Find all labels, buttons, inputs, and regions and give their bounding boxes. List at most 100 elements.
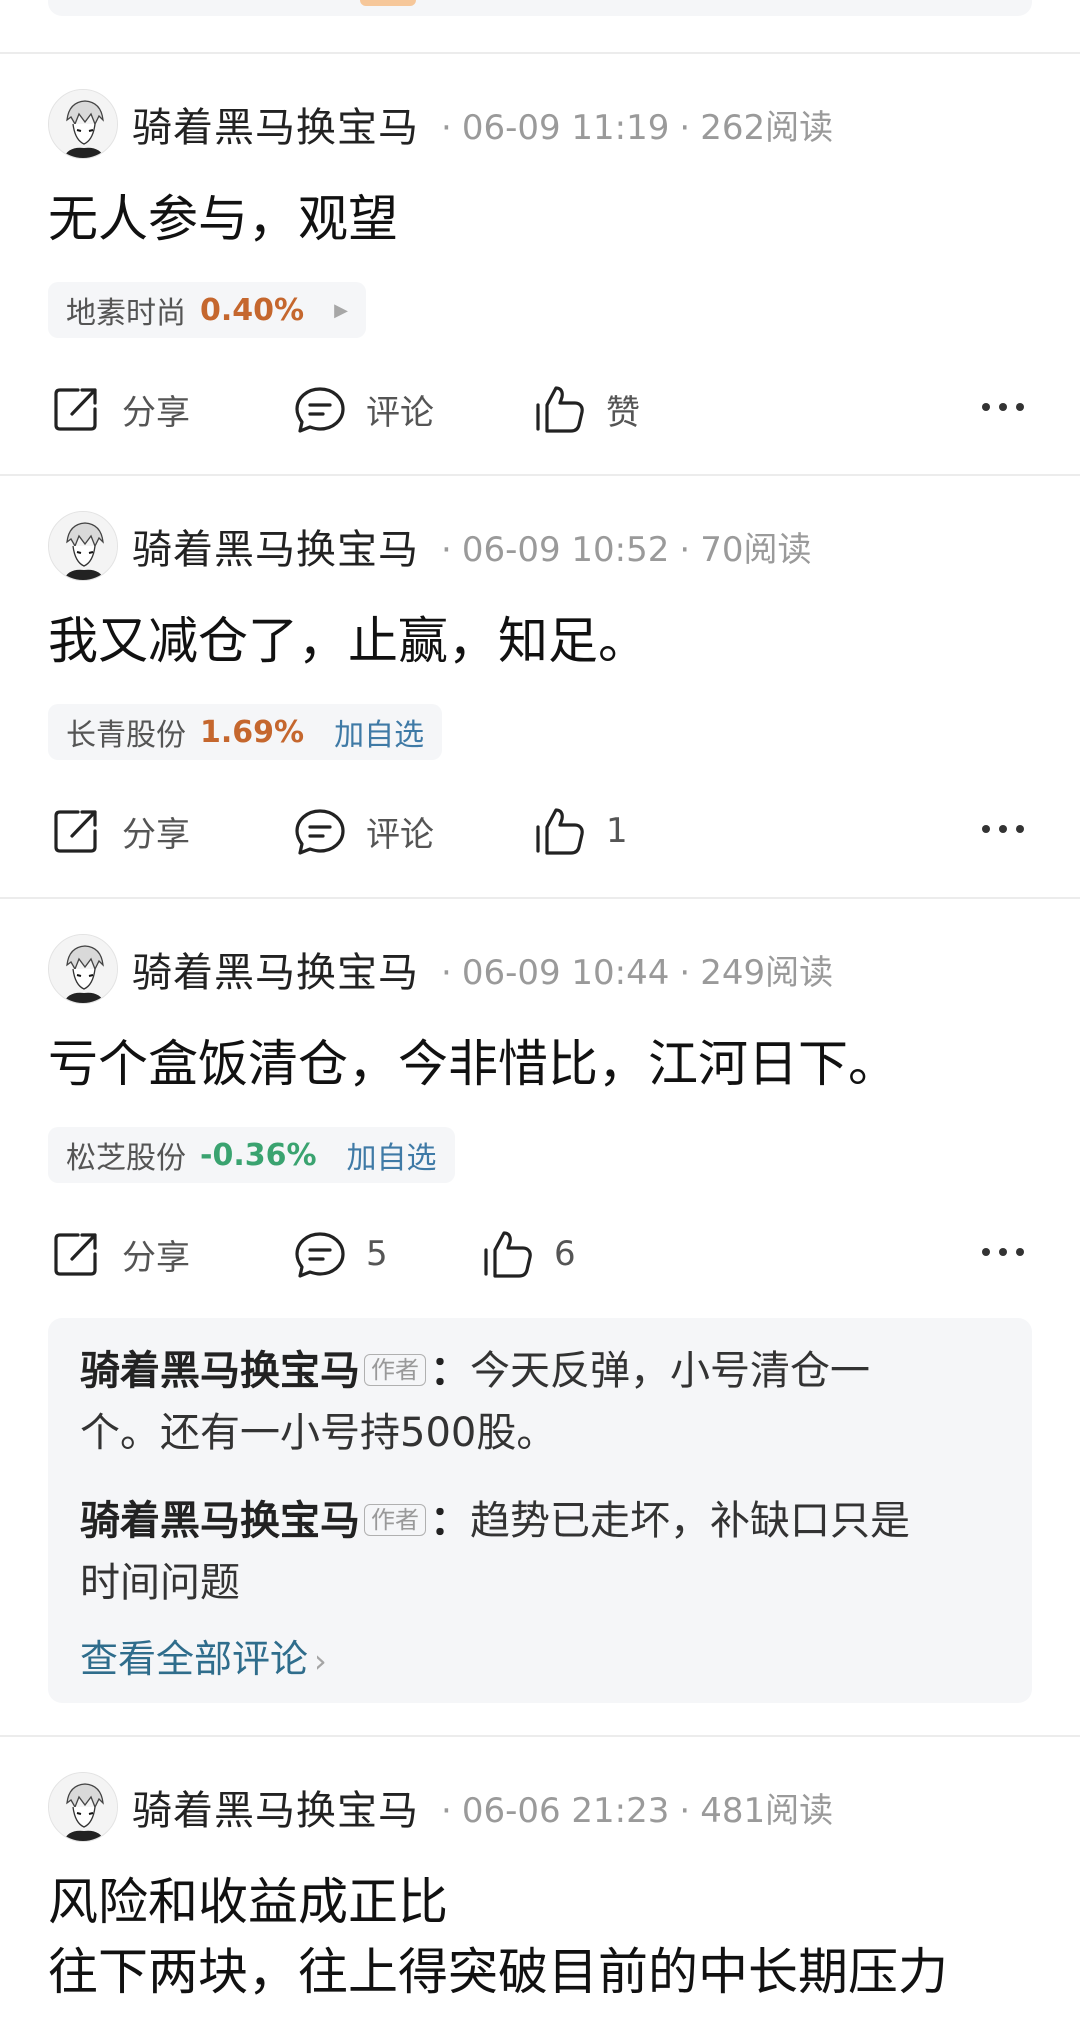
avatar[interactable]	[48, 934, 118, 1004]
more-icon[interactable]	[978, 392, 1028, 422]
post-meta: · 06-06 21:23 · 481阅读	[441, 1790, 834, 1831]
post-header: 骑着黑马换宝马 · 06-09 10:52 · 70阅读	[48, 510, 811, 582]
username[interactable]: 骑着黑马换宝马	[132, 517, 419, 575]
divider	[0, 897, 1080, 899]
add-to-watchlist-button[interactable]: 加自选	[334, 710, 424, 754]
like-button[interactable]: 赞	[532, 374, 640, 444]
post-content[interactable]: 亏个盒饭清仓，今非惜比，江河日下。	[48, 1029, 898, 1099]
avatar[interactable]	[48, 89, 118, 159]
comment-text-line2: 个。还有一小号持500股。	[80, 1410, 557, 1456]
stock-change: 0.40%	[200, 292, 305, 328]
share-label: 分享	[122, 392, 190, 433]
chevron-right-icon: ›	[314, 1642, 327, 1680]
action-bar: 分享 5 6	[0, 1219, 1080, 1289]
stock-tag[interactable]: 长青股份 1.69% 加自选	[48, 704, 443, 760]
post-header: 骑着黑马换宝马 · 06-06 21:23 · 481阅读	[48, 1771, 833, 1843]
thumbs-up-icon	[536, 808, 584, 855]
comment-username[interactable]: 骑着黑马换宝马	[80, 1348, 360, 1394]
add-to-watchlist-button[interactable]: 加自选	[347, 1133, 437, 1177]
share-label: 分享	[122, 1237, 190, 1278]
previous-card-stub	[0, 0, 1080, 54]
post[interactable]: 骑着黑马换宝马 · 06-06 21:23 · 481阅读 风险和收益成正比 往下两块…	[0, 1771, 1080, 2027]
author-badge: 作者	[364, 1354, 426, 1386]
comment-item[interactable]: 骑着黑马换宝马 作者 ：趋势已走坏，补缺口只是 时间问题	[80, 1490, 1000, 1614]
post-header: 骑着黑马换宝马 · 06-09 10:44 · 249阅读	[48, 933, 833, 1005]
share-button[interactable]: 分享	[48, 374, 190, 444]
comment-label: 评论	[366, 814, 434, 855]
post-meta: · 06-09 11:19 · 262阅读	[441, 107, 834, 148]
share-icon	[54, 388, 97, 431]
read-count: 262阅读	[700, 107, 834, 148]
post-datetime: 06-09 10:44	[461, 952, 670, 993]
like-label: 赞	[606, 392, 640, 433]
stock-change: -0.36%	[200, 1137, 317, 1173]
view-all-comments-link[interactable]: 查看全部评论 ›	[80, 1628, 327, 1683]
comment-icon	[295, 1232, 345, 1278]
comment-username[interactable]: 骑着黑马换宝马	[80, 1498, 360, 1544]
read-count: 70阅读	[700, 529, 812, 570]
comment-text-line2: 时间问题	[80, 1560, 240, 1606]
share-icon	[54, 1233, 97, 1276]
divider	[0, 1735, 1080, 1737]
stock-name: 松芝股份	[66, 1141, 186, 1176]
post-content[interactable]: 我又减仓了，止赢，知足。	[48, 606, 648, 676]
post[interactable]: 骑着黑马换宝马 · 06-09 10:44 · 249阅读 亏个盒饭清仓，今非惜比，江…	[0, 933, 1080, 1733]
comment-text-line1: 趋势已走坏，补缺口只是	[470, 1498, 910, 1544]
comments-preview: 骑着黑马换宝马 作者 ：今天反弹，小号清仓一 个。还有一小号持500股。 骑着黑马换…	[48, 1318, 1032, 1703]
post-content-line1: 风险和收益成正比	[48, 1873, 448, 1931]
avatar[interactable]	[48, 1772, 118, 1842]
comment-label: 评论	[366, 392, 434, 433]
share-label: 分享	[122, 814, 190, 855]
stock-tag[interactable]: 松芝股份 -0.36% 加自选	[48, 1127, 455, 1183]
previous-card-accent	[360, 0, 416, 6]
share-button[interactable]: 分享	[48, 1219, 190, 1289]
share-button[interactable]: 分享	[48, 796, 190, 866]
action-bar: 分享 评论 1	[0, 796, 1080, 866]
stock-change: 1.69%	[200, 714, 305, 750]
post-content[interactable]: 无人参与，观望	[48, 184, 398, 254]
comment-button[interactable]: 评论	[292, 374, 434, 444]
username[interactable]: 骑着黑马换宝马	[132, 95, 419, 153]
more-icon[interactable]	[978, 814, 1028, 844]
comment-count: 5	[366, 1234, 388, 1274]
more-icon[interactable]	[978, 1237, 1028, 1267]
view-all-label: 查看全部评论	[80, 1637, 309, 1681]
comment-icon	[295, 809, 345, 855]
post[interactable]: 骑着黑马换宝马 · 06-09 10:52 · 70阅读 我又减仓了，止赢，知足。 长…	[0, 510, 1080, 900]
post-datetime: 06-09 11:19	[461, 107, 670, 148]
post-meta: · 06-09 10:52 · 70阅读	[441, 529, 812, 570]
post-meta: · 06-09 10:44 · 249阅读	[441, 952, 834, 993]
comment-button[interactable]: 5	[292, 1219, 388, 1289]
post-content-line2: 往下两块，往上得突破目前的中长期压力	[48, 1943, 948, 2001]
author-badge: 作者	[364, 1504, 426, 1536]
comment-icon	[295, 387, 345, 433]
post-datetime: 06-09 10:52	[461, 529, 670, 570]
avatar[interactable]	[48, 511, 118, 581]
like-count: 1	[606, 811, 628, 851]
play-arrow-icon: ▶	[334, 299, 348, 321]
post-header: 骑着黑马换宝马 · 06-09 11:19 · 262阅读	[48, 88, 833, 160]
username[interactable]: 骑着黑马换宝马	[132, 940, 419, 998]
previous-card-bottom	[48, 0, 1032, 16]
comment-item[interactable]: 骑着黑马换宝马 作者 ：今天反弹，小号清仓一 个。还有一小号持500股。	[80, 1340, 1000, 1464]
divider	[0, 52, 1080, 54]
comment-text-line1: 今天反弹，小号清仓一	[470, 1348, 870, 1394]
like-count: 6	[554, 1234, 576, 1274]
action-bar: 分享 评论 赞	[0, 374, 1080, 444]
thumbs-up-icon	[536, 386, 584, 433]
stock-tag[interactable]: 地素时尚 0.40% ▶	[48, 282, 366, 338]
comment-button[interactable]: 评论	[292, 796, 434, 866]
post-datetime: 06-06 21:23	[461, 1790, 670, 1831]
stock-name: 地素时尚	[66, 296, 186, 331]
post-content[interactable]: 风险和收益成正比 往下两块，往上得突破目前的中长期压力	[48, 1867, 948, 2007]
read-count: 249阅读	[700, 952, 834, 993]
like-button[interactable]: 6	[480, 1219, 576, 1289]
read-count: 481阅读	[700, 1790, 834, 1831]
like-button[interactable]: 1	[532, 796, 628, 866]
thumbs-up-icon	[484, 1231, 532, 1278]
share-icon	[54, 810, 97, 853]
divider	[0, 474, 1080, 476]
username[interactable]: 骑着黑马换宝马	[132, 1778, 419, 1836]
post[interactable]: 骑着黑马换宝马 · 06-09 11:19 · 262阅读 无人参与，观望 地素时尚 …	[0, 88, 1080, 478]
stock-name: 长青股份	[66, 718, 186, 753]
